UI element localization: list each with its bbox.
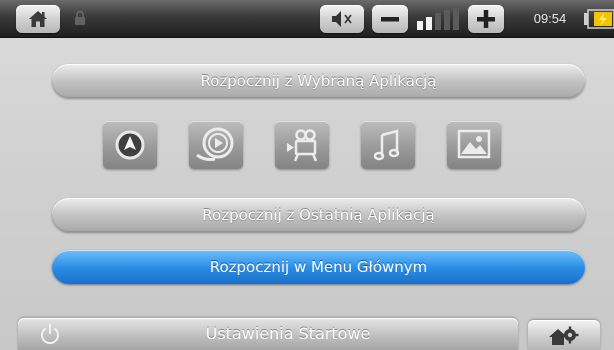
photo-icon xyxy=(457,129,491,159)
volume-level-indicator xyxy=(417,8,459,30)
gear-icon xyxy=(549,326,579,345)
battery-icon xyxy=(584,9,614,29)
volume-up-button[interactable] xyxy=(468,5,504,33)
app-selector xyxy=(103,121,503,171)
home-icon xyxy=(29,11,47,27)
minus-icon xyxy=(381,17,399,22)
volume-controls xyxy=(320,5,508,33)
status-bar: 09:54 xyxy=(0,0,614,38)
settings-button[interactable] xyxy=(528,320,600,350)
start-in-main-menu-label: Rozpocznij w Menu Głównym xyxy=(209,258,428,276)
clock: 09:54 xyxy=(533,11,567,26)
startup-settings-bar[interactable]: Ustawienia Startowe xyxy=(18,318,518,350)
startup-settings-label: Ustawienia Startowe xyxy=(205,324,371,343)
navigation-icon xyxy=(115,130,145,160)
app-photo[interactable] xyxy=(447,121,501,169)
camera-icon xyxy=(287,129,318,162)
app-navigation[interactable] xyxy=(103,121,157,169)
app-camera[interactable] xyxy=(275,121,329,169)
start-with-last-app-button[interactable]: Rozpocznij z Ostatnią Aplikacją xyxy=(52,198,585,232)
speaker-icon xyxy=(332,11,352,27)
startup-screen: 09:54 Rozpocznij z Wybraną Aplikacją Roz… xyxy=(0,0,614,350)
mute-button[interactable] xyxy=(320,5,364,33)
start-with-last-app-label: Rozpocznij z Ostatnią Aplikacją xyxy=(202,206,435,224)
plus-icon xyxy=(477,10,495,28)
power-icon[interactable] xyxy=(38,322,62,346)
start-in-main-menu-button[interactable]: Rozpocznij w Menu Głównym xyxy=(52,250,585,284)
home-button[interactable] xyxy=(16,5,60,33)
start-with-selected-app-button[interactable]: Rozpocznij z Wybraną Aplikacją xyxy=(52,64,585,98)
app-music[interactable] xyxy=(361,121,415,169)
footer-bar: Ustawienia Startowe xyxy=(0,318,614,350)
volume-down-button[interactable] xyxy=(372,5,408,33)
video-player-icon xyxy=(196,127,234,161)
lock-icon xyxy=(75,10,85,25)
music-icon xyxy=(373,129,400,161)
app-video-player[interactable] xyxy=(189,121,243,169)
start-with-selected-app-label: Rozpocznij z Wybraną Aplikacją xyxy=(200,72,437,90)
